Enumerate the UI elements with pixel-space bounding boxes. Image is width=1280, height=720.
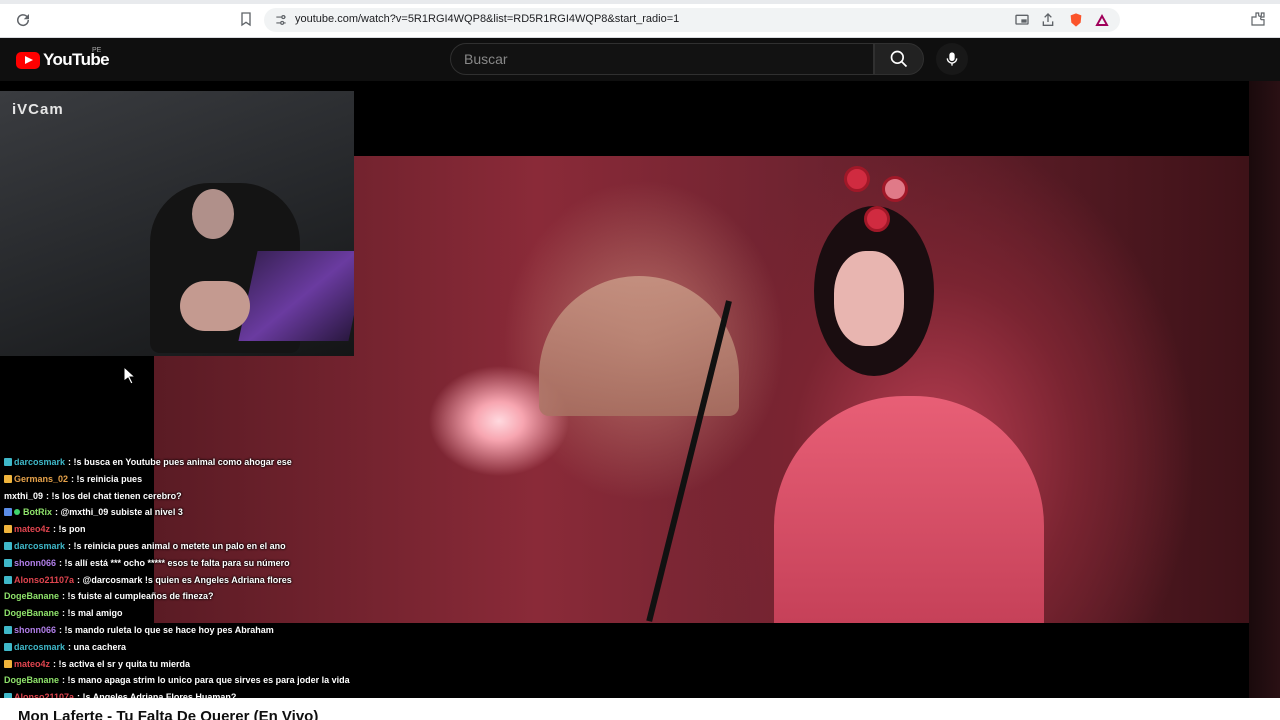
browser-toolbar: youtube.com/watch?v=5R1RGI4WQP8&list=RD5… xyxy=(0,0,1280,38)
search-box xyxy=(450,43,874,75)
chat-message: mxthi_09: !s los del chat tienen cerebro… xyxy=(4,488,182,504)
bookmark-icon[interactable] xyxy=(238,11,256,29)
chat-badge-icon xyxy=(4,525,12,534)
chat-username[interactable]: mxthi_09 xyxy=(4,491,43,501)
chat-text: : @mxthi_09 subiste al nivel 3 xyxy=(55,507,183,518)
extensions-icon[interactable] xyxy=(1250,11,1266,27)
video-singer-dress xyxy=(774,396,1044,623)
chat-message: Alonso21107a: @darcosmark !s quien es An… xyxy=(4,572,292,588)
webcam-overlay: iVCam xyxy=(0,91,354,356)
chat-badge-icon xyxy=(4,542,12,550)
chat-message: darcosmark: !s reinicia pues animal o me… xyxy=(4,538,286,554)
microphone-icon xyxy=(946,52,958,66)
video-singer-face xyxy=(834,251,904,346)
chat-username[interactable]: Germans_02 xyxy=(14,474,68,484)
youtube-play-icon xyxy=(16,51,40,69)
webcam-keyboard xyxy=(238,251,354,341)
chat-username[interactable]: mateo4z xyxy=(14,524,50,534)
chat-overlay: darcosmark: !s busca en Youtube pues ani… xyxy=(0,452,520,708)
webcam-hand xyxy=(180,281,250,331)
chat-badge-icon xyxy=(4,508,12,517)
chat-message: DogeBanane: !s mano apaga strim lo unico… xyxy=(4,672,350,688)
chat-username[interactable]: BotRix xyxy=(23,507,52,517)
chat-username[interactable]: shonn066 xyxy=(14,625,56,635)
chat-text: : una cachera xyxy=(68,641,127,652)
chat-text: : !s busca en Youtube pues animal como a… xyxy=(68,457,292,467)
search-icon xyxy=(890,50,908,68)
url-text[interactable]: youtube.com/watch?v=5R1RGI4WQP8&list=RD5… xyxy=(295,13,679,25)
tab-strip xyxy=(0,0,1280,4)
chat-badge-icon xyxy=(4,575,12,584)
chat-text: : !s allí está *** ocho ***** esos te fa… xyxy=(59,557,290,568)
chat-username[interactable]: Alonso21107a xyxy=(14,575,74,585)
chat-message: darcosmark: una cachera xyxy=(4,639,126,655)
chat-badge-icon xyxy=(4,558,12,567)
webcam-face xyxy=(192,189,234,239)
chat-username[interactable]: darcosmark xyxy=(14,541,65,551)
chat-text: : !s activa el sr y quita tu mierda xyxy=(53,658,191,669)
address-bar[interactable]: youtube.com/watch?v=5R1RGI4WQP8&list=RD5… xyxy=(264,8,1120,32)
chat-message: mateo4z: !s activa el sr y quita tu mier… xyxy=(4,656,190,672)
chat-badge-icon xyxy=(14,509,20,516)
video-lamp-shape xyxy=(539,276,739,416)
chat-username[interactable]: darcosmark xyxy=(14,457,65,467)
chat-text: : !s fuiste al cumpleaños de fineza? xyxy=(62,591,214,602)
chat-message: DogeBanane: !s mal amigo xyxy=(4,605,123,621)
mouse-cursor-icon xyxy=(123,365,137,385)
brave-shields-icon[interactable] xyxy=(1068,12,1084,28)
site-info-icon[interactable] xyxy=(274,13,288,27)
reload-icon[interactable] xyxy=(14,11,32,29)
side-rail xyxy=(1249,81,1280,698)
video-flower xyxy=(844,166,870,192)
country-code: PE xyxy=(92,47,102,54)
youtube-header: YouTube PE ⋮ xyxy=(0,38,1280,107)
chat-text: : @darcosmark !s quien es Angeles Adrian… xyxy=(77,574,292,585)
chat-text: : !s reinicia pues xyxy=(71,473,143,484)
search-button[interactable] xyxy=(874,43,924,75)
share-icon[interactable] xyxy=(1040,12,1056,28)
cast-icon[interactable] xyxy=(1014,12,1030,28)
chat-text: : !s los del chat tienen cerebro? xyxy=(46,490,182,501)
chat-badge-icon xyxy=(4,626,12,634)
title-strip: Mon Laferte - Tu Falta De Querer (En Viv… xyxy=(0,698,1280,720)
chat-message: shonn066: !s allí está *** ocho ***** es… xyxy=(4,555,290,571)
chat-text: : !s mal amigo xyxy=(62,608,123,619)
video-title: Mon Laferte - Tu Falta De Querer (En Viv… xyxy=(18,708,319,720)
chat-message: Germans_02: !s reinicia pues xyxy=(4,471,142,487)
search-input[interactable] xyxy=(451,44,873,74)
video-flower xyxy=(882,176,908,202)
chat-text: : !s reinicia pues animal o metete un pa… xyxy=(68,541,286,551)
chat-username[interactable]: shonn066 xyxy=(14,558,56,568)
chat-username[interactable]: mateo4z xyxy=(14,659,50,669)
chat-badge-icon xyxy=(4,659,12,668)
brave-rewards-icon[interactable] xyxy=(1094,12,1110,28)
chat-message: DogeBanane: !s fuiste al cumpleaños de f… xyxy=(4,588,214,604)
chat-badge-icon xyxy=(4,642,12,651)
chat-text: : !s mando ruleta lo que se hace hoy pes… xyxy=(59,625,274,635)
webcam-label: iVCam xyxy=(12,101,64,118)
chat-message: shonn066: !s mando ruleta lo que se hace… xyxy=(4,622,274,638)
chat-message: darcosmark: !s busca en Youtube pues ani… xyxy=(4,454,292,470)
chat-message: BotRix: @mxthi_09 subiste al nivel 3 xyxy=(4,504,183,520)
chat-message: mateo4z: !s pon xyxy=(4,521,86,537)
chat-username[interactable]: darcosmark xyxy=(14,642,65,652)
chat-badge-icon xyxy=(4,458,12,466)
video-flower xyxy=(864,206,890,232)
chat-username[interactable]: DogeBanane xyxy=(4,675,59,685)
chat-text: : !s pon xyxy=(53,524,86,535)
chat-username[interactable]: DogeBanane xyxy=(4,591,59,601)
chat-badge-icon xyxy=(4,474,12,483)
voice-search-button[interactable] xyxy=(936,43,968,75)
chat-text: : !s mano apaga strim lo unico para que … xyxy=(62,675,350,686)
chat-username[interactable]: DogeBanane xyxy=(4,608,59,618)
